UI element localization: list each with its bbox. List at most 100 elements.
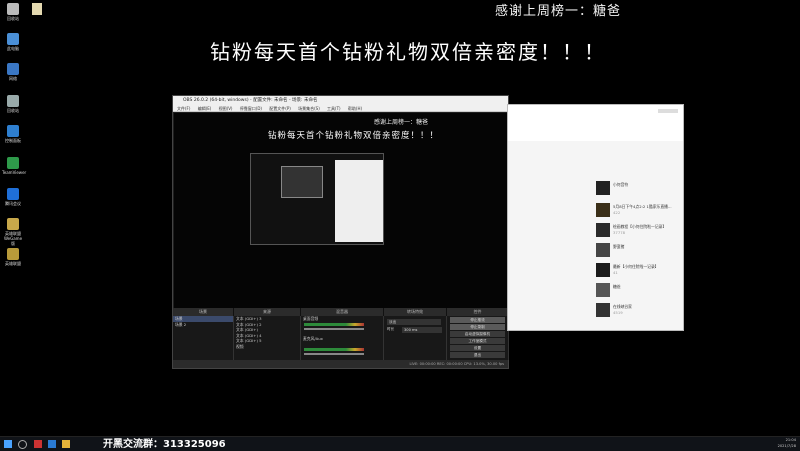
scenes-panel: 场景 场景 2 [173,316,234,360]
transitions-panel: 淡出 时长 300 ms [384,316,447,360]
desktop-icon-label: 回收站 [7,16,19,21]
clock[interactable]: 21:04 2021/7/28 [778,437,796,449]
desktop-icon-label: WeGame版 [3,236,23,246]
obs-title-bar[interactable]: OBS 26.0.2 (64-bit, windows) - 配置文件: 未命名… [173,96,508,105]
obs-title: OBS 26.0.2 (64-bit, windows) - 配置文件: 未命名… [183,98,318,103]
obs-status-bar: LIVE: 00:00:00 REC: 00:00:00 CPU: 13.0%,… [173,360,508,368]
mixer-channel-label: 麦克风/Aux [303,335,323,341]
virtual-camera-button[interactable]: 启动虚拟摄像机 [450,331,505,337]
obs-window[interactable]: OBS 26.0.2 (64-bit, windows) - 配置文件: 未命名… [172,95,509,369]
obs-preview[interactable]: 感谢上周榜一：糖爸 钻粉每天首个钻粉礼物双倍亲密度！！！ [174,113,507,308]
menu-view[interactable]: 视图(V) [219,106,233,111]
nested-preview [250,153,384,245]
right-window-menu [596,149,681,171]
controls-header: 控件 [447,308,509,316]
scene-item[interactable]: 场景 2 [173,322,233,328]
app-icon[interactable] [34,440,42,448]
item-title: 糖爸 [613,284,621,289]
preview-main-text: 钻粉每天首个钻粉礼物双倍亲密度！！！ [268,131,440,141]
list-item[interactable]: 绘画教程【小何住院啦一记录】 37778 [596,221,681,239]
stop-stream-button[interactable]: 停止推流 [450,317,505,323]
search-icon[interactable] [18,440,27,449]
sources-panel: 文本 (GDI+) 3 文本 (GDI+) 2 文本 (GDI+) 文本 (GD… [234,316,301,360]
item-sub: 41 [613,270,618,275]
list-item[interactable]: 糖爸 [596,281,681,299]
studio-mode-button[interactable]: 工作室模式 [450,338,505,344]
desktop-icon-control-panel[interactable]: 控制面板 [2,125,24,143]
menu-file[interactable]: 文件(F) [177,106,190,111]
list-item[interactable]: 野蛮猪 [596,241,681,259]
volume-meter [304,323,364,326]
settings-button[interactable]: 设置 [450,345,505,351]
start-icon[interactable] [4,440,12,448]
desktop-icon-label: 腾讯会议 [5,201,21,206]
volume-slider[interactable] [304,328,364,330]
desktop-icon-label: 此电脑 [7,46,19,51]
transitions-header: 转场特效 [384,308,447,316]
exit-button[interactable]: 退出 [450,352,505,358]
item-thumbnail [596,263,610,277]
item-thumbnail [596,243,610,257]
right-app-window[interactable]: 小何音符 5月8日下午4点2:2 1酷家乐直播... 422 绘画教程【小何住院啦… [507,104,684,331]
desktop-icon-lol[interactable]: 英雄联盟 WeGame版 [2,218,24,246]
volume-meter [304,348,364,351]
desktop-icon-label: 网络 [9,76,17,81]
desktop-icon-label: 英雄联盟 [5,261,21,266]
item-title: 5月8日下午4点2:2 1酷家乐直播... [613,204,672,209]
list-item[interactable]: 在线峡谷家 4519 [596,301,681,319]
source-item[interactable]: 视频 [234,344,300,350]
item-thumbnail [596,283,610,297]
volume-slider[interactable] [304,353,364,355]
banner-main-text: 钻粉每天首个钻粉礼物双倍亲密度！！！ [210,40,606,64]
desktop-icon-label: TeamViewer [2,170,27,175]
nested-right-window [335,160,383,242]
right-window-header [508,105,683,141]
transition-select[interactable]: 淡出 [387,319,441,325]
desktop-icon-lol-2[interactable]: 英雄联盟 [2,248,24,266]
menu-profile[interactable]: 配置文件(P) [269,106,291,111]
item-title: 小何音符 [613,182,629,187]
menu-scene-collection[interactable]: 场景集合(S) [298,106,320,111]
window-controls[interactable] [658,109,678,113]
desktop-icon-network[interactable]: 网络 [2,63,24,81]
item-title: 野蛮猪 [613,244,625,249]
mixer-channel-label: 桌面音频 [303,316,319,321]
stop-record-button[interactable]: 停止录制 [450,324,505,330]
controls-panel: 停止推流 停止录制 启动虚拟摄像机 工作室模式 设置 退出 [447,316,509,360]
duration-input[interactable]: 300 ms [402,327,442,333]
item-thumbnail [596,303,610,317]
menu-docks[interactable]: 停靠窗口(D) [240,106,262,111]
preview-desktop-icons [180,125,188,305]
preview-top-text: 感谢上周榜一：糖爸 [374,119,429,126]
desktop-icon-pc[interactable]: 此电脑 [2,33,24,51]
list-item[interactable]: 小何音符 [596,179,681,197]
desktop-icon-label: 回收站 [7,108,19,113]
desktop-icon-recycle-2[interactable]: 回收站 [2,95,24,113]
menu-edit[interactable]: 编辑(E) [198,106,212,111]
item-sub: 37778 [613,230,626,235]
banner-top-text: 感谢上周榜一：糖爸 [495,4,622,19]
desktop-icon-label: 控制面板 [5,138,21,143]
menu-tools[interactable]: 工具(T) [327,106,341,111]
mixer-header: 混音器 [301,308,384,316]
sources-header: 来源 [234,308,301,316]
clock-date: 2021/7/28 [777,444,796,448]
mixer-panel: 桌面音频 麦克风/Aux [301,316,384,360]
obs-menu-bar: 文件(F) 编辑(E) 视图(V) 停靠窗口(D) 配置文件(P) 场景集合(S… [173,105,508,112]
item-thumbnail [596,181,610,195]
item-sub: 4519 [613,310,623,315]
desktop-icon-recycle[interactable]: 回收站 [2,3,24,21]
file-icon[interactable] [32,3,42,15]
list-item[interactable]: 最新【小何住院啦一记录】 41 [596,261,681,279]
duration-label: 时长 [387,327,395,331]
folder-icon[interactable] [62,440,70,448]
menu-help[interactable]: 帮助(H) [348,106,362,111]
browser-icon[interactable] [48,440,56,448]
scenes-header: 场景 [173,308,234,316]
desktop-icon-teamviewer[interactable]: TeamViewer [2,157,27,175]
item-thumbnail [596,203,610,217]
list-item[interactable]: 5月8日下午4点2:2 1酷家乐直播... 422 [596,201,681,219]
qq-group-banner: 开黑交流群：313325096 [103,439,226,450]
desktop-icon-meeting[interactable]: 腾讯会议 [2,188,24,206]
item-sub: 422 [613,210,621,215]
